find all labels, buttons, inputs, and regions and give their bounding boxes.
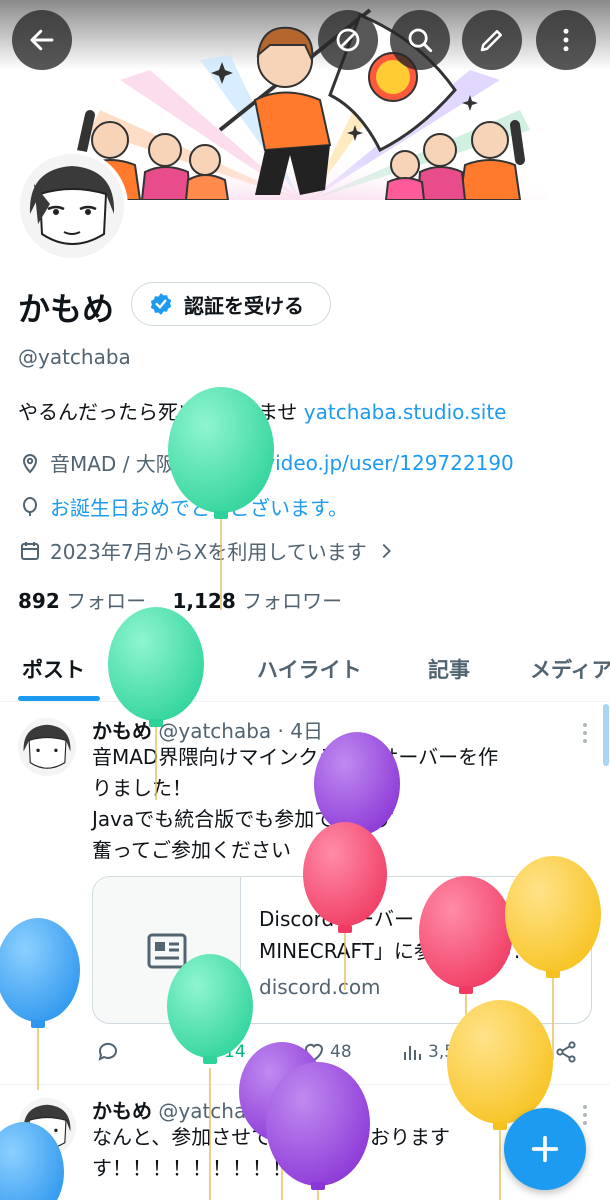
following-count: 892 (18, 589, 60, 613)
balloon-icon (0, 918, 80, 1090)
profile-avatar[interactable] (16, 150, 128, 262)
following-link[interactable]: 892 フォロー (18, 589, 146, 613)
bio-text: やるんだったら死ぬ気でかませ (18, 400, 304, 424)
bio-link[interactable]: yatchaba.studio.site (304, 400, 507, 424)
post-time[interactable]: · 4日 (278, 719, 323, 743)
edit-button[interactable] (462, 10, 522, 70)
post-author-handle[interactable]: @yatchaba (158, 1099, 271, 1123)
search-button[interactable] (390, 10, 450, 70)
location-icon (22, 453, 38, 473)
reply-icon (98, 1042, 117, 1061)
more-options-button[interactable] (536, 10, 596, 70)
chevron-right-icon (382, 543, 391, 558)
website-link[interactable]: nicovideo.jp/user/129722190 (222, 451, 514, 475)
tab-articles[interactable]: 記事 (428, 654, 470, 684)
link-icon (192, 453, 211, 472)
post-line: 音MAD界隈向けマインクラフトサーバーを作 (92, 745, 499, 769)
followers-link[interactable]: 1,128 フォロワー (172, 589, 342, 613)
back-arrow-icon (30, 29, 54, 51)
balloon-icon (23, 496, 37, 516)
post-author-handle[interactable]: @yatchaba (158, 719, 271, 743)
like-button[interactable]: 48 (302, 1040, 352, 1064)
followers-count: 1,128 (172, 589, 236, 613)
repost-icon (201, 1043, 215, 1061)
repost-button[interactable]: 14 (196, 1040, 246, 1064)
post-actions: 14 48 3,522 (92, 1040, 592, 1070)
profile-location-row: 音MAD / 大阪 nicovideo.jp/user/129722190 (18, 448, 514, 477)
like-icon (304, 1043, 324, 1062)
compose-post-button[interactable] (504, 1108, 586, 1190)
post-avatar[interactable] (18, 1098, 76, 1156)
avatar-drawing (18, 718, 76, 776)
bookmark-icon (511, 1042, 525, 1063)
views-count: 3,522 (428, 1042, 477, 1062)
post-avatar[interactable] (18, 718, 76, 776)
post-divider (0, 1084, 610, 1085)
profile-birthday-row: お誕生日おめでとうございます。 (18, 492, 348, 521)
views-button[interactable]: 3,522 (400, 1040, 477, 1064)
mute-button[interactable] (318, 10, 378, 70)
post-line: りました！ (92, 776, 192, 800)
link-card-domain: discord.com (259, 975, 381, 999)
avatar-drawing (18, 1098, 76, 1156)
post-author-name[interactable]: かもめ (92, 1099, 152, 1123)
joined-text: 2023年7月からXを利用しています (50, 540, 367, 564)
search-icon (408, 28, 433, 53)
birthday-text: お誕生日おめでとうございます。 (50, 496, 348, 520)
link-card-title-line: MINECRAFT」に参加しよう... (259, 939, 533, 963)
share-icon (556, 1041, 576, 1063)
tab-media[interactable]: メディア (530, 654, 610, 684)
views-icon (404, 1046, 421, 1060)
post-line: 奮ってご参加ください (92, 838, 291, 862)
following-label: フォロー (66, 589, 147, 613)
link-card-title: Discordサーバー「音 MINECRAFT」に参加しよう... (259, 903, 579, 967)
profile-joined-row[interactable]: 2023年7月からXを利用しています (18, 536, 397, 565)
reply-button[interactable] (96, 1040, 120, 1064)
post-text: 音MAD界隈向けマインクラフトサーバーを作 りました！ Javaでも統合版でも参… (92, 742, 592, 866)
link-card-thumbnail (93, 877, 241, 1023)
profile-name: かもめ (18, 290, 115, 328)
share-button[interactable] (554, 1040, 578, 1064)
plus-icon (531, 1135, 559, 1163)
calendar-icon (21, 541, 39, 560)
post-header: かもめ @yatchaba · 44分 (92, 1095, 336, 1124)
bookmark-button[interactable] (506, 1040, 530, 1064)
verified-badge-icon (150, 293, 172, 315)
post-more-icon[interactable] (582, 722, 588, 744)
get-verified-button[interactable]: 認証を受ける (131, 282, 331, 326)
edit-icon (480, 30, 502, 52)
tab-posts[interactable]: ポスト (22, 654, 85, 684)
no-entry-icon (336, 28, 360, 52)
post-author-name[interactable]: かもめ (92, 719, 152, 743)
link-card[interactable]: Discordサーバー「音 MINECRAFT」に参加しよう... discor… (92, 876, 592, 1024)
verify-label: 認証を受ける (184, 293, 304, 318)
followers-label: フォロワー (242, 589, 343, 613)
article-icon (147, 933, 186, 969)
post-header: かもめ @yatchaba · 4日 (92, 715, 323, 744)
post-line: Javaでも統合版でも参加できます (92, 807, 395, 831)
follow-counts: 892 フォロー 1,128 フォロワー (18, 585, 342, 614)
post-time[interactable]: · 44分 (278, 1099, 336, 1123)
repost-count: 14 (224, 1042, 246, 1062)
like-count: 48 (330, 1042, 352, 1062)
avatar-drawing (20, 154, 124, 258)
profile-bio: やるんだったら死ぬ気でかませ yatchaba.studio.site (18, 396, 507, 425)
scrollbar[interactable] (603, 704, 609, 766)
profile-handle: @yatchaba (18, 345, 131, 369)
link-card-title-line: Discordサーバー「音 (259, 907, 454, 931)
tab-replies[interactable]: 返信 (155, 654, 197, 684)
active-tab-indicator (18, 696, 100, 701)
back-button[interactable] (12, 10, 72, 70)
tab-highlights[interactable]: ハイライト (257, 654, 362, 684)
location-text: 音MAD / 大阪 (50, 452, 176, 476)
profile-tabs: ポスト 返信 ハイライト 記事 メディア (0, 640, 610, 702)
more-vertical-icon (563, 28, 569, 52)
